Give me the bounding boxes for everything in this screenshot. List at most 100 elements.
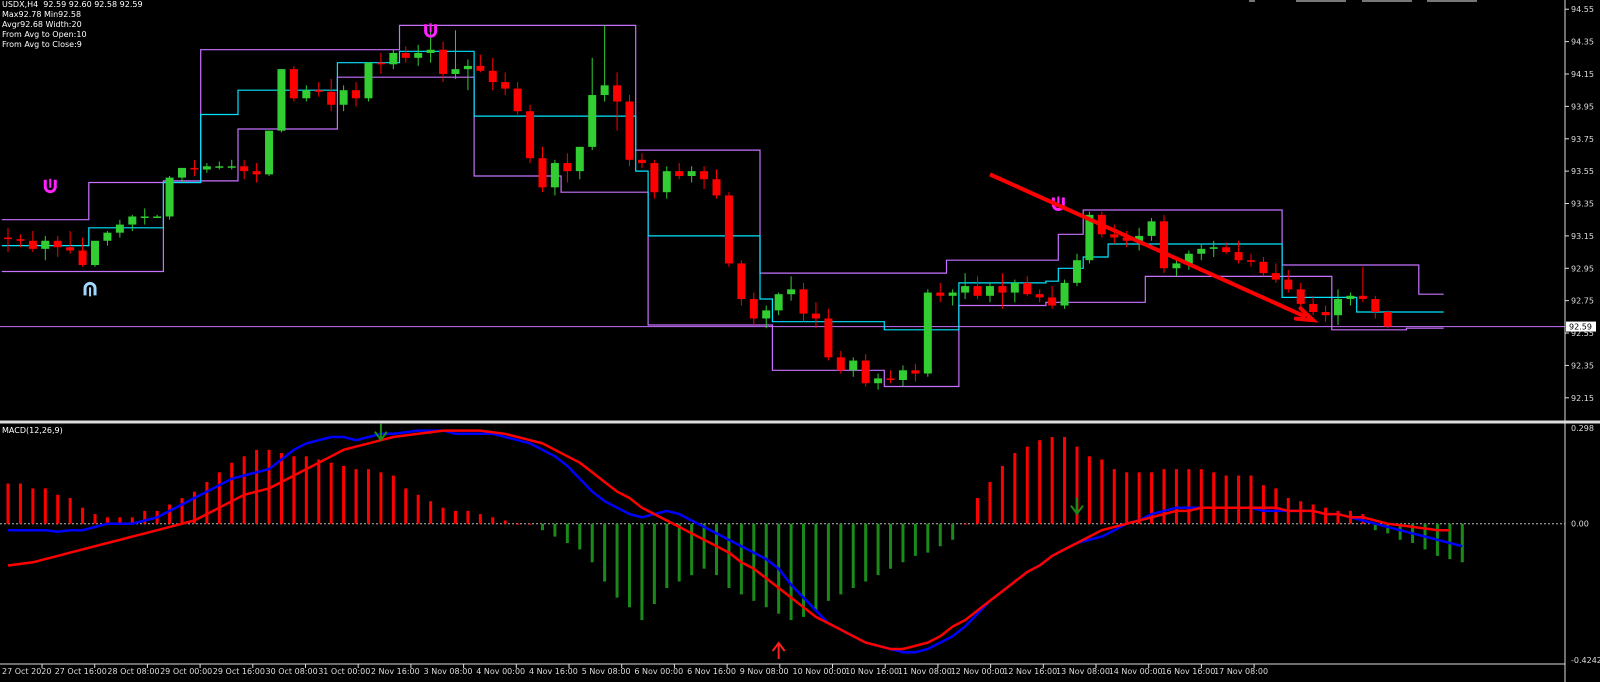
macd-histogram-bar bbox=[18, 483, 22, 524]
macd-histogram-bar bbox=[938, 523, 942, 547]
candle-body bbox=[401, 52, 410, 58]
macd-histogram-bar bbox=[1013, 453, 1017, 524]
macd-histogram-bar bbox=[354, 469, 358, 524]
macd-axis-label: 0.00 bbox=[1571, 520, 1589, 529]
candle bbox=[91, 240, 100, 267]
toolbar-stub[interactable] bbox=[1362, 0, 1412, 2]
candle-body bbox=[153, 216, 162, 218]
current-price-label: 92.59 bbox=[1569, 323, 1592, 332]
candle-body bbox=[787, 289, 796, 295]
candle-body bbox=[165, 177, 174, 217]
macd-histogram-bar bbox=[429, 501, 433, 524]
candle bbox=[277, 69, 286, 133]
macd-histogram-bar bbox=[1361, 514, 1365, 524]
candle-body bbox=[687, 171, 696, 176]
macd-histogram-bar bbox=[292, 456, 296, 524]
macd-histogram-bar bbox=[665, 523, 669, 588]
candle-body bbox=[240, 166, 249, 172]
candle-body bbox=[91, 240, 100, 266]
candle-body bbox=[1110, 234, 1119, 238]
candle bbox=[265, 130, 274, 176]
macd-histogram-bar bbox=[640, 523, 644, 621]
macd-histogram-bar bbox=[690, 523, 694, 576]
chart-background bbox=[0, 0, 1600, 682]
time-axis-label: 3 Nov 08:00 bbox=[424, 667, 473, 676]
macd-histogram-bar bbox=[180, 498, 184, 524]
time-axis-label: 10 Nov 16:00 bbox=[845, 667, 899, 676]
header-line-3: Avgr92.68 Width:20 bbox=[2, 20, 82, 29]
toolbar-stub[interactable] bbox=[1427, 0, 1477, 2]
candle-body bbox=[824, 318, 833, 358]
candle-body bbox=[961, 286, 970, 293]
candle-body bbox=[985, 286, 994, 296]
candle-body bbox=[799, 289, 808, 314]
price-axis-label: 92.95 bbox=[1571, 264, 1594, 273]
macd-histogram-bar bbox=[652, 523, 656, 605]
candle-body bbox=[277, 69, 286, 131]
macd-histogram-bar bbox=[976, 498, 980, 524]
macd-histogram-bar bbox=[702, 523, 706, 569]
macd-histogram-bar bbox=[988, 481, 992, 524]
candle-body bbox=[613, 85, 622, 102]
candle-body bbox=[1060, 282, 1069, 306]
time-axis-label: 4 Nov 16:00 bbox=[529, 667, 578, 676]
price-axis-label: 94.35 bbox=[1571, 38, 1594, 47]
time-axis-label: 12 Nov 16:00 bbox=[1003, 667, 1057, 676]
candle-body bbox=[1222, 247, 1231, 253]
time-axis-label: 29 Oct 00:00 bbox=[160, 667, 212, 676]
candle-body bbox=[1321, 312, 1330, 316]
candle bbox=[364, 62, 373, 102]
candle bbox=[165, 176, 174, 220]
macd-histogram-bar bbox=[1324, 507, 1328, 524]
macd-histogram-bar bbox=[317, 459, 321, 524]
candle-body bbox=[1383, 312, 1392, 327]
time-axis-label: 9 Nov 08:00 bbox=[740, 667, 789, 676]
time-axis-label: 6 Nov 16:00 bbox=[687, 667, 736, 676]
macd-histogram-bar bbox=[1038, 440, 1042, 524]
candle-body bbox=[501, 82, 510, 89]
macd-histogram-bar bbox=[391, 475, 395, 524]
macd-axis-label: 0.298 bbox=[1571, 424, 1594, 433]
candle-body bbox=[811, 313, 820, 319]
macd-histogram-bar bbox=[31, 488, 35, 524]
macd-histogram-bar bbox=[1112, 469, 1116, 524]
time-axis-label: 29 Oct 16:00 bbox=[213, 667, 265, 676]
time-axis-label: 17 Nov 08:00 bbox=[1214, 667, 1268, 676]
candle-body bbox=[1247, 260, 1255, 262]
time-axis-label: 12 Nov 00:00 bbox=[951, 667, 1005, 676]
candle-body bbox=[265, 130, 274, 175]
price-axis-label: 92.75 bbox=[1571, 297, 1594, 306]
macd-histogram-bar bbox=[1174, 469, 1178, 524]
macd-histogram-bar bbox=[603, 523, 607, 582]
candle-body bbox=[1159, 221, 1168, 269]
candle bbox=[923, 289, 932, 377]
candle-body bbox=[190, 167, 199, 170]
candle-body bbox=[1035, 294, 1044, 298]
candle-body bbox=[16, 239, 25, 241]
macd-histogram-bar bbox=[764, 523, 768, 608]
chart-canvas[interactable]: 94.55 94.35 94.15 93.95 93.75 93.55 93.35 93.15… bbox=[0, 0, 1600, 682]
candle bbox=[1060, 279, 1069, 309]
candle-body bbox=[451, 69, 460, 74]
macd-histogram-bar bbox=[1125, 472, 1129, 524]
candle-body bbox=[1259, 261, 1268, 274]
toolbar-stub[interactable] bbox=[1296, 0, 1346, 2]
candle-body bbox=[948, 292, 957, 296]
candle-body bbox=[550, 163, 559, 188]
candle-body bbox=[252, 171, 261, 175]
toolbar-stub[interactable] bbox=[1249, 0, 1255, 2]
macd-histogram-bar bbox=[889, 523, 893, 569]
macd-histogram-bar bbox=[851, 523, 855, 588]
macd-histogram-bar bbox=[441, 507, 445, 524]
candle-body bbox=[749, 299, 758, 319]
candle bbox=[289, 65, 298, 102]
candle-body bbox=[327, 91, 336, 105]
header-line-2: Max92.78 Min92.58 bbox=[2, 10, 82, 19]
macd-histogram-bar bbox=[553, 523, 557, 537]
candle-body bbox=[66, 247, 75, 251]
candle-body bbox=[898, 370, 907, 380]
candle-body bbox=[426, 49, 435, 53]
macd-histogram-bar bbox=[329, 462, 333, 524]
candle-body bbox=[1010, 282, 1019, 293]
macd-histogram-bar bbox=[839, 523, 843, 595]
